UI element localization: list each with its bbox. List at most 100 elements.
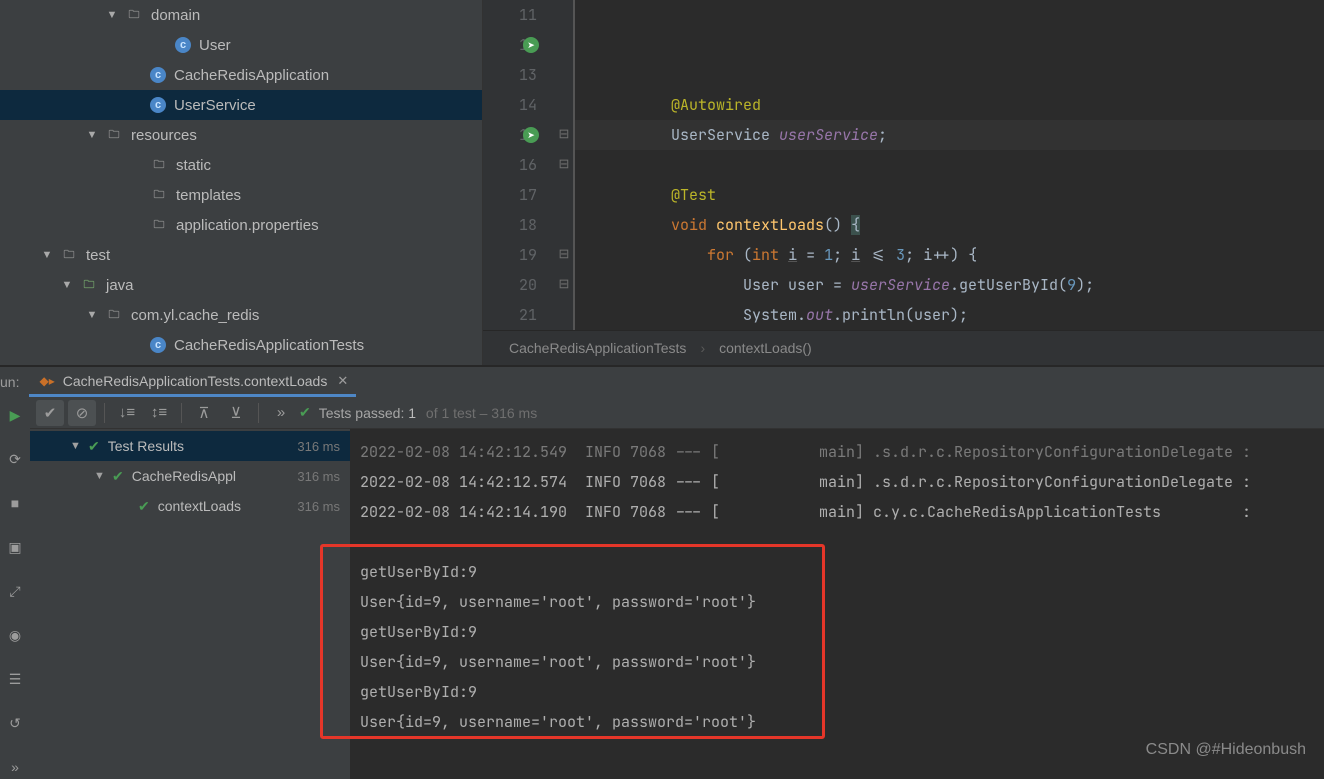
test-tree-item[interactable]: ✔contextLoads316 ms — [30, 491, 350, 521]
run-sidebar: ▶ ⟳ ■ ▣ ⤢ ◉ ☰ ↺ » — [0, 397, 30, 779]
tree-item-application-properties[interactable]: 🗀application.properties — [0, 210, 482, 240]
gutter-line[interactable]: 20 — [483, 270, 537, 300]
fold-cell[interactable] — [555, 210, 573, 240]
tree-item-java[interactable]: 🗀java — [0, 270, 482, 300]
tree-label: domain — [151, 7, 200, 24]
test-tree-item[interactable]: ✔CacheRedisAppl316 ms — [30, 461, 350, 491]
code-line[interactable]: void contextLoads() { — [599, 210, 1324, 240]
toolbar-more-button[interactable]: » — [267, 400, 295, 426]
editor-code[interactable]: @Autowired UserService userService; @Tes… — [575, 0, 1324, 330]
gutter-line[interactable]: 16 — [483, 150, 537, 180]
tree-arrow-icon[interactable] — [85, 128, 99, 142]
stop-button[interactable]: ■ — [3, 491, 27, 515]
fold-cell[interactable] — [555, 30, 573, 60]
tree-item-static[interactable]: 🗀static — [0, 150, 482, 180]
test-tree-label: contextLoads — [158, 498, 241, 514]
code-line[interactable]: System.out.println(user); — [599, 300, 1324, 330]
tree-arrow-icon[interactable] — [105, 8, 119, 22]
gutter-line[interactable]: 15➤ — [483, 120, 537, 150]
close-icon[interactable]: ✕ — [337, 373, 348, 389]
editor: 1112➤131415➤161718192021 ⊟⊟⊟⊟ @Autowired… — [482, 0, 1324, 365]
show-passed-button[interactable]: ✔ — [36, 400, 64, 426]
fold-cell[interactable] — [555, 60, 573, 90]
sort-button-1[interactable]: ↓≡ — [113, 400, 141, 426]
gutter-line[interactable]: 19 — [483, 240, 537, 270]
folder-icon: 🗀 — [60, 246, 78, 264]
fold-cell[interactable]: ⊟ — [555, 120, 573, 150]
tree-item-cacheredisapplicationtests[interactable]: cCacheRedisApplicationTests — [0, 330, 482, 360]
code-line[interactable] — [599, 150, 1324, 180]
fold-cell[interactable] — [555, 90, 573, 120]
gutter-line[interactable]: 14 — [483, 90, 537, 120]
code-line[interactable]: @Autowired — [599, 90, 1324, 120]
camera-icon[interactable]: ◉ — [3, 623, 27, 647]
breadcrumb[interactable]: CacheRedisApplicationTests › contextLoad… — [483, 330, 1324, 365]
tree-item-templates[interactable]: 🗀templates — [0, 180, 482, 210]
fold-cell[interactable] — [555, 300, 573, 330]
expand-all-button[interactable]: ⊼ — [190, 400, 218, 426]
fold-cell[interactable] — [555, 0, 573, 30]
fold-cell[interactable] — [555, 180, 573, 210]
console-line: 2022-02-08 14:42:14.190 INFO 7068 --- [ … — [360, 497, 1324, 527]
tree-arrow-icon[interactable] — [70, 440, 82, 452]
sort-button-2[interactable]: ↕≡ — [145, 400, 173, 426]
fold-cell[interactable]: ⊟ — [555, 150, 573, 180]
project-tree[interactable]: 🗀domaincUsercCacheRedisApplicationcUserS… — [0, 0, 482, 365]
tree-label: resources — [131, 127, 197, 144]
test-duration: 316 ms — [297, 439, 340, 454]
more-button[interactable]: » — [3, 755, 27, 779]
gutter-line[interactable]: 13 — [483, 60, 537, 90]
code-line[interactable]: @Test — [599, 180, 1324, 210]
tree-item-userservice[interactable]: cUserService — [0, 90, 482, 120]
folder-icon: 🗀 — [150, 186, 168, 204]
toggle-button-1[interactable]: ⟳ — [3, 447, 27, 471]
run-tab-label: CacheRedisApplicationTests.contextLoads — [63, 373, 328, 389]
gutter-line[interactable]: 21 — [483, 300, 537, 330]
breadcrumb-class[interactable]: CacheRedisApplicationTests — [509, 340, 686, 356]
layout-button[interactable]: ▣ — [3, 535, 27, 559]
expand-button[interactable]: ☰ — [3, 667, 27, 691]
pin-button[interactable]: ⤢ — [3, 579, 27, 603]
show-ignored-button[interactable]: ⊘ — [68, 400, 96, 426]
tree-item-cacheredisapplication[interactable]: cCacheRedisApplication — [0, 60, 482, 90]
test-duration: 316 ms — [297, 499, 340, 514]
test-tree-item[interactable]: ✔Test Results316 ms — [30, 431, 350, 461]
tree-item-com-yl-cache-redis[interactable]: 🗀com.yl.cache_redis — [0, 300, 482, 330]
tree-item-test[interactable]: 🗀test — [0, 240, 482, 270]
tree-label: application.properties — [176, 217, 319, 234]
breadcrumb-method[interactable]: contextLoads() — [719, 340, 812, 356]
gutter-line[interactable]: 12➤ — [483, 30, 537, 60]
folder-icon: 🗀 — [105, 126, 123, 144]
passed-check-icon: ✔ — [88, 438, 100, 455]
run-gutter-icon[interactable]: ➤ — [523, 127, 539, 143]
editor-gutter: 1112➤131415➤161718192021 — [483, 0, 555, 330]
run-tab[interactable]: ◆▸ CacheRedisApplicationTests.contextLoa… — [29, 367, 356, 397]
tree-item-resources[interactable]: 🗀 resources — [0, 120, 482, 150]
code-line[interactable]: User user = userService.getUserById(9); — [599, 270, 1324, 300]
gutter-line[interactable]: 17 — [483, 180, 537, 210]
run-gutter-icon[interactable]: ➤ — [523, 37, 539, 53]
rerun-button[interactable]: ▶ — [3, 403, 27, 427]
history-button[interactable]: ↺ — [3, 711, 27, 735]
tree-item-user[interactable]: cUser — [0, 30, 482, 60]
collapse-all-button[interactable]: ⊻ — [222, 400, 250, 426]
tree-arrow-icon[interactable] — [60, 278, 74, 292]
fold-cell[interactable]: ⊟ — [555, 270, 573, 300]
gutter-line[interactable]: 11 — [483, 0, 537, 30]
run-label: un: — [0, 374, 29, 390]
tree-label: CacheRedisApplicationTests — [174, 337, 364, 354]
watermark: CSDN @#Hideonbush — [1146, 741, 1306, 759]
gutter-line[interactable]: 18 — [483, 210, 537, 240]
editor-fold-column: ⊟⊟⊟⊟ — [555, 0, 575, 330]
fold-cell[interactable]: ⊟ — [555, 240, 573, 270]
tree-arrow-icon[interactable] — [40, 248, 54, 262]
tree-label: static — [176, 157, 211, 174]
folder-icon: 🗀 — [80, 276, 98, 294]
tree-item-domain[interactable]: 🗀domain — [0, 0, 482, 30]
check-icon: ✔ — [299, 404, 311, 421]
code-line[interactable]: for (int i = 1; i <= 3; i++) { — [599, 240, 1324, 270]
code-line[interactable]: UserService userService; — [599, 120, 1324, 150]
test-results-tree[interactable]: ✔Test Results316 ms✔CacheRedisAppl316 ms… — [30, 429, 350, 779]
tree-arrow-icon[interactable] — [85, 308, 99, 322]
tree-arrow-icon[interactable] — [94, 470, 106, 482]
